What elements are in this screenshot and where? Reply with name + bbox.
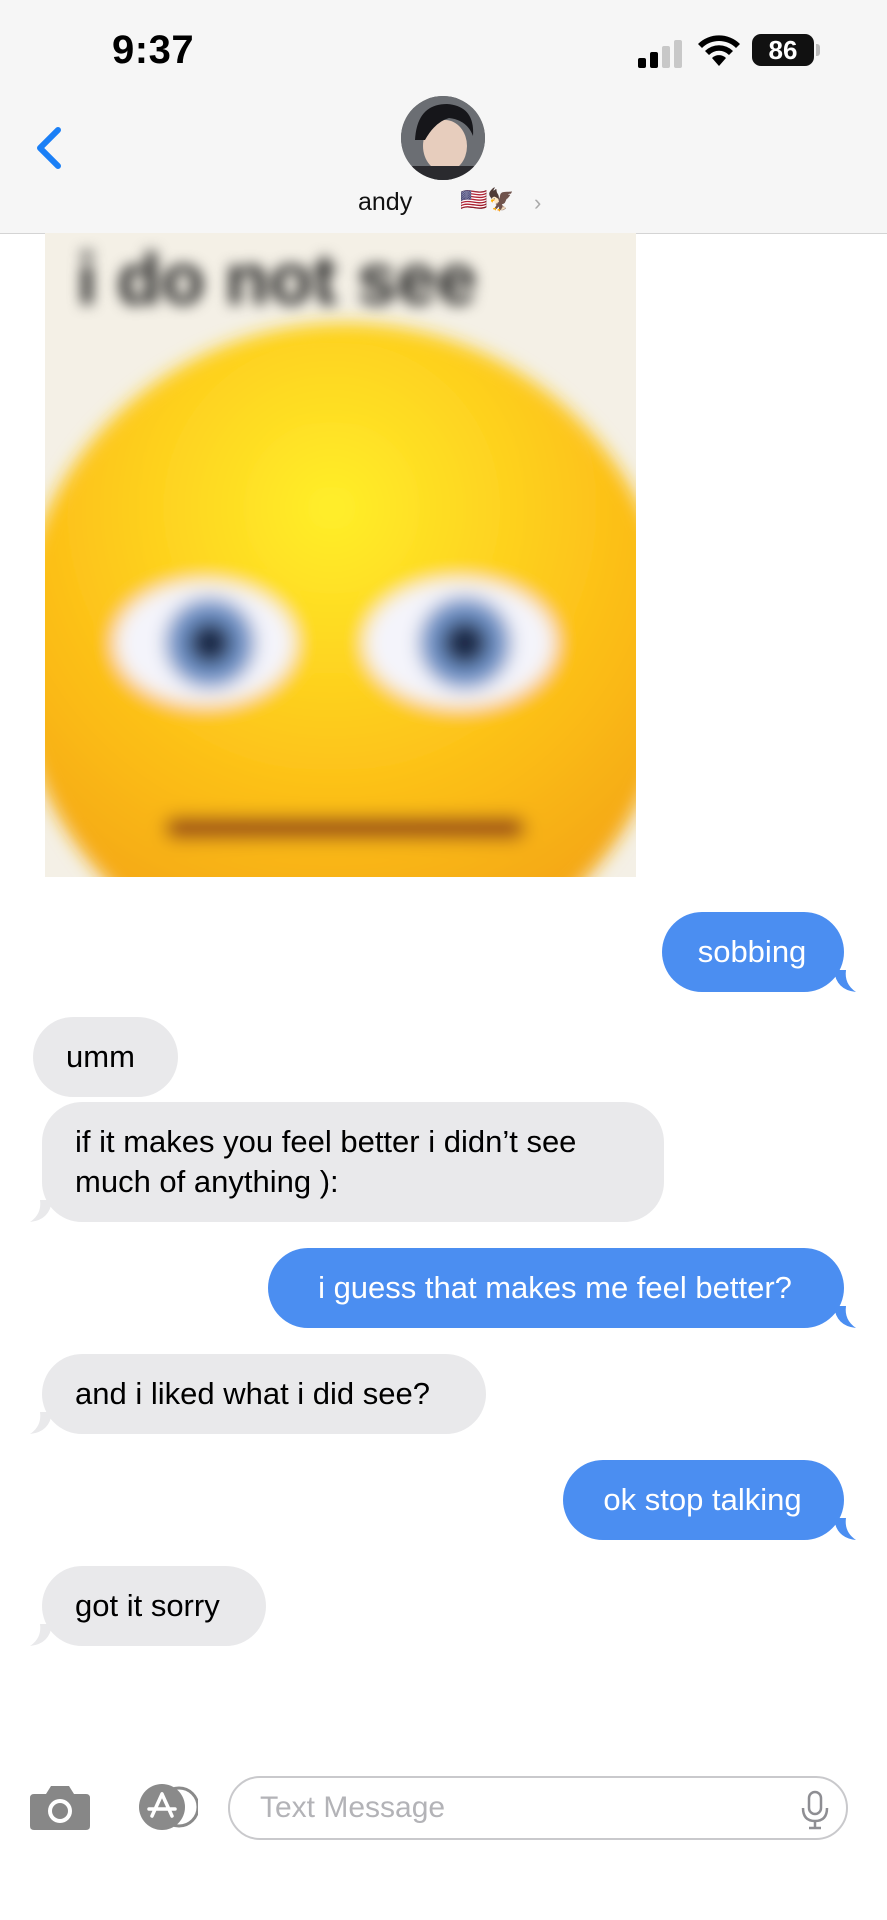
incoming-message-bubble[interactable]: got it sorry [42, 1566, 266, 1646]
contact-name[interactable]: andy [358, 188, 412, 217]
bubble-tail [834, 1306, 856, 1328]
bubble-tail [30, 1200, 52, 1222]
incoming-message-bubble[interactable]: if it makes you feel better i didn’t see… [42, 1102, 664, 1222]
incoming-message-bubble[interactable]: umm [33, 1017, 178, 1097]
message-input-placeholder: Text Message [260, 1791, 446, 1824]
contact-emoji[interactable]: 🇺🇸🦅 [460, 187, 515, 213]
contact-avatar[interactable] [401, 96, 485, 180]
outgoing-message-bubble[interactable]: sobbing [662, 912, 844, 992]
image-attachment[interactable]: i do not see [45, 233, 636, 877]
camera-icon[interactable] [30, 1784, 90, 1830]
incoming-message-bubble[interactable]: and i liked what i did see? [42, 1354, 486, 1434]
wifi-icon [698, 35, 740, 66]
bubble-tail [834, 1518, 856, 1540]
outgoing-message-bubble[interactable]: i guess that makes me feel better? [268, 1248, 844, 1328]
outgoing-message-bubble[interactable]: ok stop talking [563, 1460, 844, 1540]
battery-indicator: 86 [752, 34, 814, 66]
avatar-photo [401, 96, 485, 180]
back-chevron-icon[interactable] [34, 126, 64, 170]
bubble-tail [30, 1624, 52, 1646]
cellular-signal-icon [638, 40, 682, 68]
bubble-tail [30, 1412, 52, 1434]
image-caption: i do not see [77, 240, 478, 320]
bubble-tail [834, 970, 856, 992]
battery-cap [816, 44, 820, 56]
contact-details-chevron-icon[interactable]: › [534, 190, 541, 216]
status-time: 9:37 [112, 28, 195, 72]
blurred-emoji-image [45, 233, 636, 877]
microphone-icon[interactable] [800, 1790, 830, 1830]
app-store-icon[interactable] [134, 1784, 198, 1830]
